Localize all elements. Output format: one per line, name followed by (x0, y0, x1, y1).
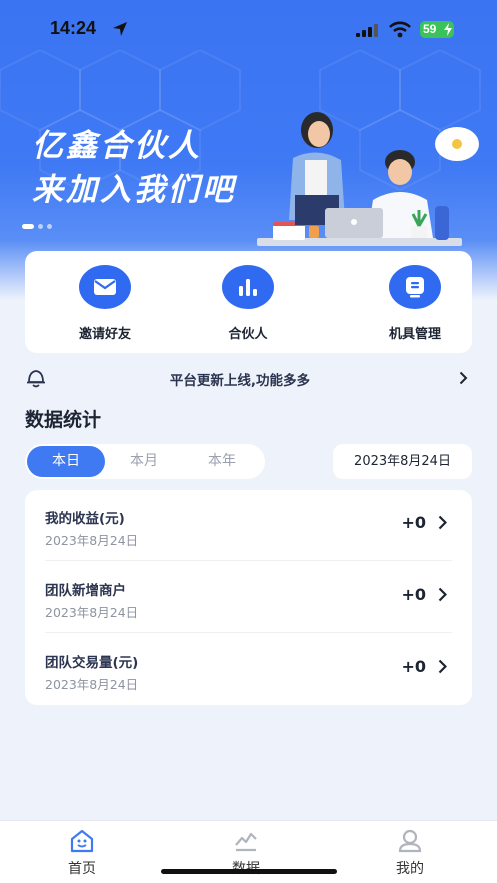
status-bar: 14:24 59 (0, 0, 497, 60)
stats-title: 数据统计 (25, 409, 102, 431)
stats-row-transaction-volume[interactable]: 团队交易量(元) 2023年8月24日 +0 (25, 634, 472, 705)
chevron-right-icon (459, 371, 468, 385)
home-indicator (161, 869, 337, 874)
invite-friends-label: 邀请好友 (78, 327, 131, 342)
signal-icon (356, 24, 378, 37)
divider (45, 560, 452, 561)
device-icon (406, 277, 424, 298)
device-management-label: 机具管理 (388, 327, 441, 342)
tab-month[interactable]: 本月 (105, 446, 183, 477)
charging-bolt-icon (444, 23, 452, 36)
notice-text: 平台更新上线,功能多多 (169, 373, 311, 389)
chevron-right-icon (438, 659, 447, 674)
bar-chart-icon (239, 279, 257, 296)
banner-line-1: 亿鑫合伙人 (32, 128, 202, 164)
chevron-right-icon (438, 587, 447, 602)
quick-actions-card: 邀请好友 合伙人 机具管理 (25, 251, 472, 353)
date-picker[interactable]: 2023年8月24日 (333, 444, 472, 479)
partner-button[interactable]: 合伙人 (198, 265, 298, 342)
device-management-button[interactable]: 机具管理 (365, 265, 465, 342)
stats-row-earnings[interactable]: 我的收益(元) 2023年8月24日 +0 (25, 490, 472, 561)
tab-year[interactable]: 本年 (183, 446, 261, 477)
row-value: +0 (401, 585, 426, 604)
period-selector: 本日 本月 本年 (25, 444, 265, 479)
invite-friends-icon-bg (79, 265, 131, 309)
row-date: 2023年8月24日 (45, 605, 139, 620)
row-value: +0 (401, 657, 426, 676)
tab-today[interactable]: 本日 (27, 446, 105, 477)
battery-indicator: 59 (420, 21, 454, 38)
row-title: 团队交易量(元) (45, 655, 139, 671)
device-management-icon-bg (389, 265, 441, 309)
data-icon (235, 832, 257, 852)
row-date: 2023年8月24日 (45, 677, 139, 692)
tab-home[interactable]: 首页 (42, 829, 122, 878)
chevron-right-icon (438, 515, 447, 530)
home-icon (70, 829, 94, 853)
tab-data-label: 数据 (206, 858, 286, 878)
notice-bar[interactable]: 平台更新上线,功能多多 (25, 366, 472, 390)
banner-line-2: 来加入我们吧 (32, 172, 236, 208)
banner-headline: 亿鑫合伙人 来加入我们吧 (32, 124, 236, 212)
location-arrow-icon (113, 22, 127, 36)
tab-home-label: 首页 (68, 861, 96, 877)
tab-profile-label: 我的 (396, 861, 424, 877)
partner-icon-bg (222, 265, 274, 309)
row-date: 2023年8月24日 (45, 533, 139, 548)
stats-list: 我的收益(元) 2023年8月24日 +0 团队新增商户 2023年8月24日 … (25, 490, 472, 705)
row-value: +0 (401, 513, 426, 532)
profile-icon (398, 829, 422, 853)
row-title: 我的收益(元) (45, 511, 125, 527)
banner-illustration (257, 112, 479, 246)
stats-row-new-merchants[interactable]: 团队新增商户 2023年8月24日 +0 (25, 562, 472, 633)
wifi-icon (389, 21, 411, 38)
tab-profile[interactable]: 我的 (370, 829, 450, 878)
invite-friends-button[interactable]: 邀请好友 (55, 265, 155, 342)
status-time: 14:24 (50, 18, 97, 38)
mail-icon (94, 279, 116, 295)
partner-label: 合伙人 (228, 327, 268, 342)
row-title: 团队新增商户 (45, 583, 126, 599)
battery-level: 59 (423, 22, 437, 36)
divider (45, 632, 452, 633)
